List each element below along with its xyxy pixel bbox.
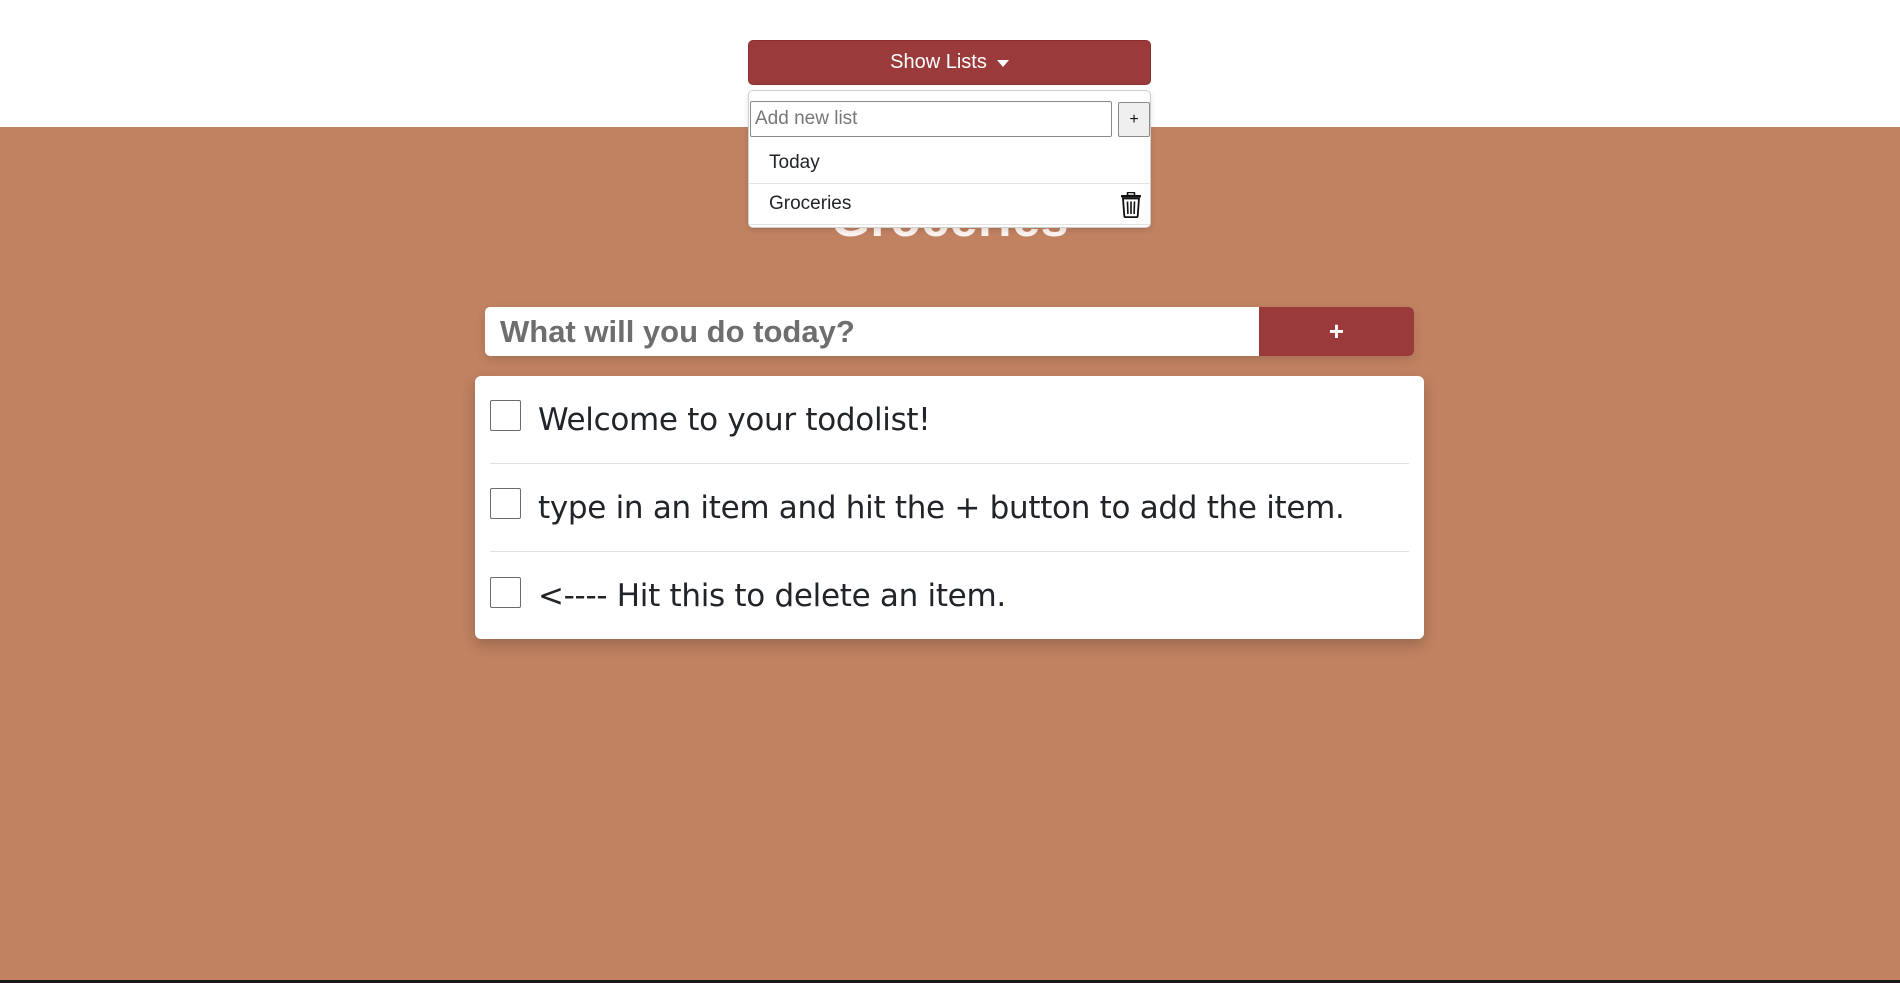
list-item-label: Today [769, 152, 820, 173]
show-lists-label: Show Lists [890, 51, 987, 73]
todo-list-card: Welcome to your todolist! type in an ite… [475, 376, 1424, 639]
add-list-button[interactable]: + [1118, 102, 1150, 137]
todo-item: <---- Hit this to delete an item. [490, 552, 1409, 640]
new-item-form: + [485, 307, 1414, 356]
add-item-button[interactable]: + [1259, 307, 1414, 356]
trash-icon[interactable] [1120, 192, 1142, 218]
item-text: <---- Hit this to delete an item. [538, 578, 1006, 614]
new-item-input[interactable] [485, 307, 1259, 356]
page: Groceries Show Lists + Today Groceries + [0, 0, 1900, 983]
show-lists-button[interactable]: Show Lists [748, 40, 1151, 85]
todo-item: type in an item and hit the + button to … [490, 464, 1409, 552]
lists-dropdown-menu: + Today Groceries [748, 90, 1151, 228]
caret-down-icon [996, 60, 1009, 67]
list-item-today[interactable]: Today [749, 143, 1150, 184]
todo-item: Welcome to your todolist! [490, 376, 1409, 464]
item-checkbox[interactable] [490, 400, 521, 431]
item-checkbox[interactable] [490, 488, 521, 519]
new-list-input[interactable] [750, 101, 1112, 137]
item-text: type in an item and hit the + button to … [538, 489, 1345, 526]
list-item-label: Groceries [769, 193, 852, 214]
list-item-groceries[interactable]: Groceries [749, 184, 1150, 225]
item-text: Welcome to your todolist! [538, 401, 931, 438]
item-checkbox[interactable] [490, 576, 521, 608]
